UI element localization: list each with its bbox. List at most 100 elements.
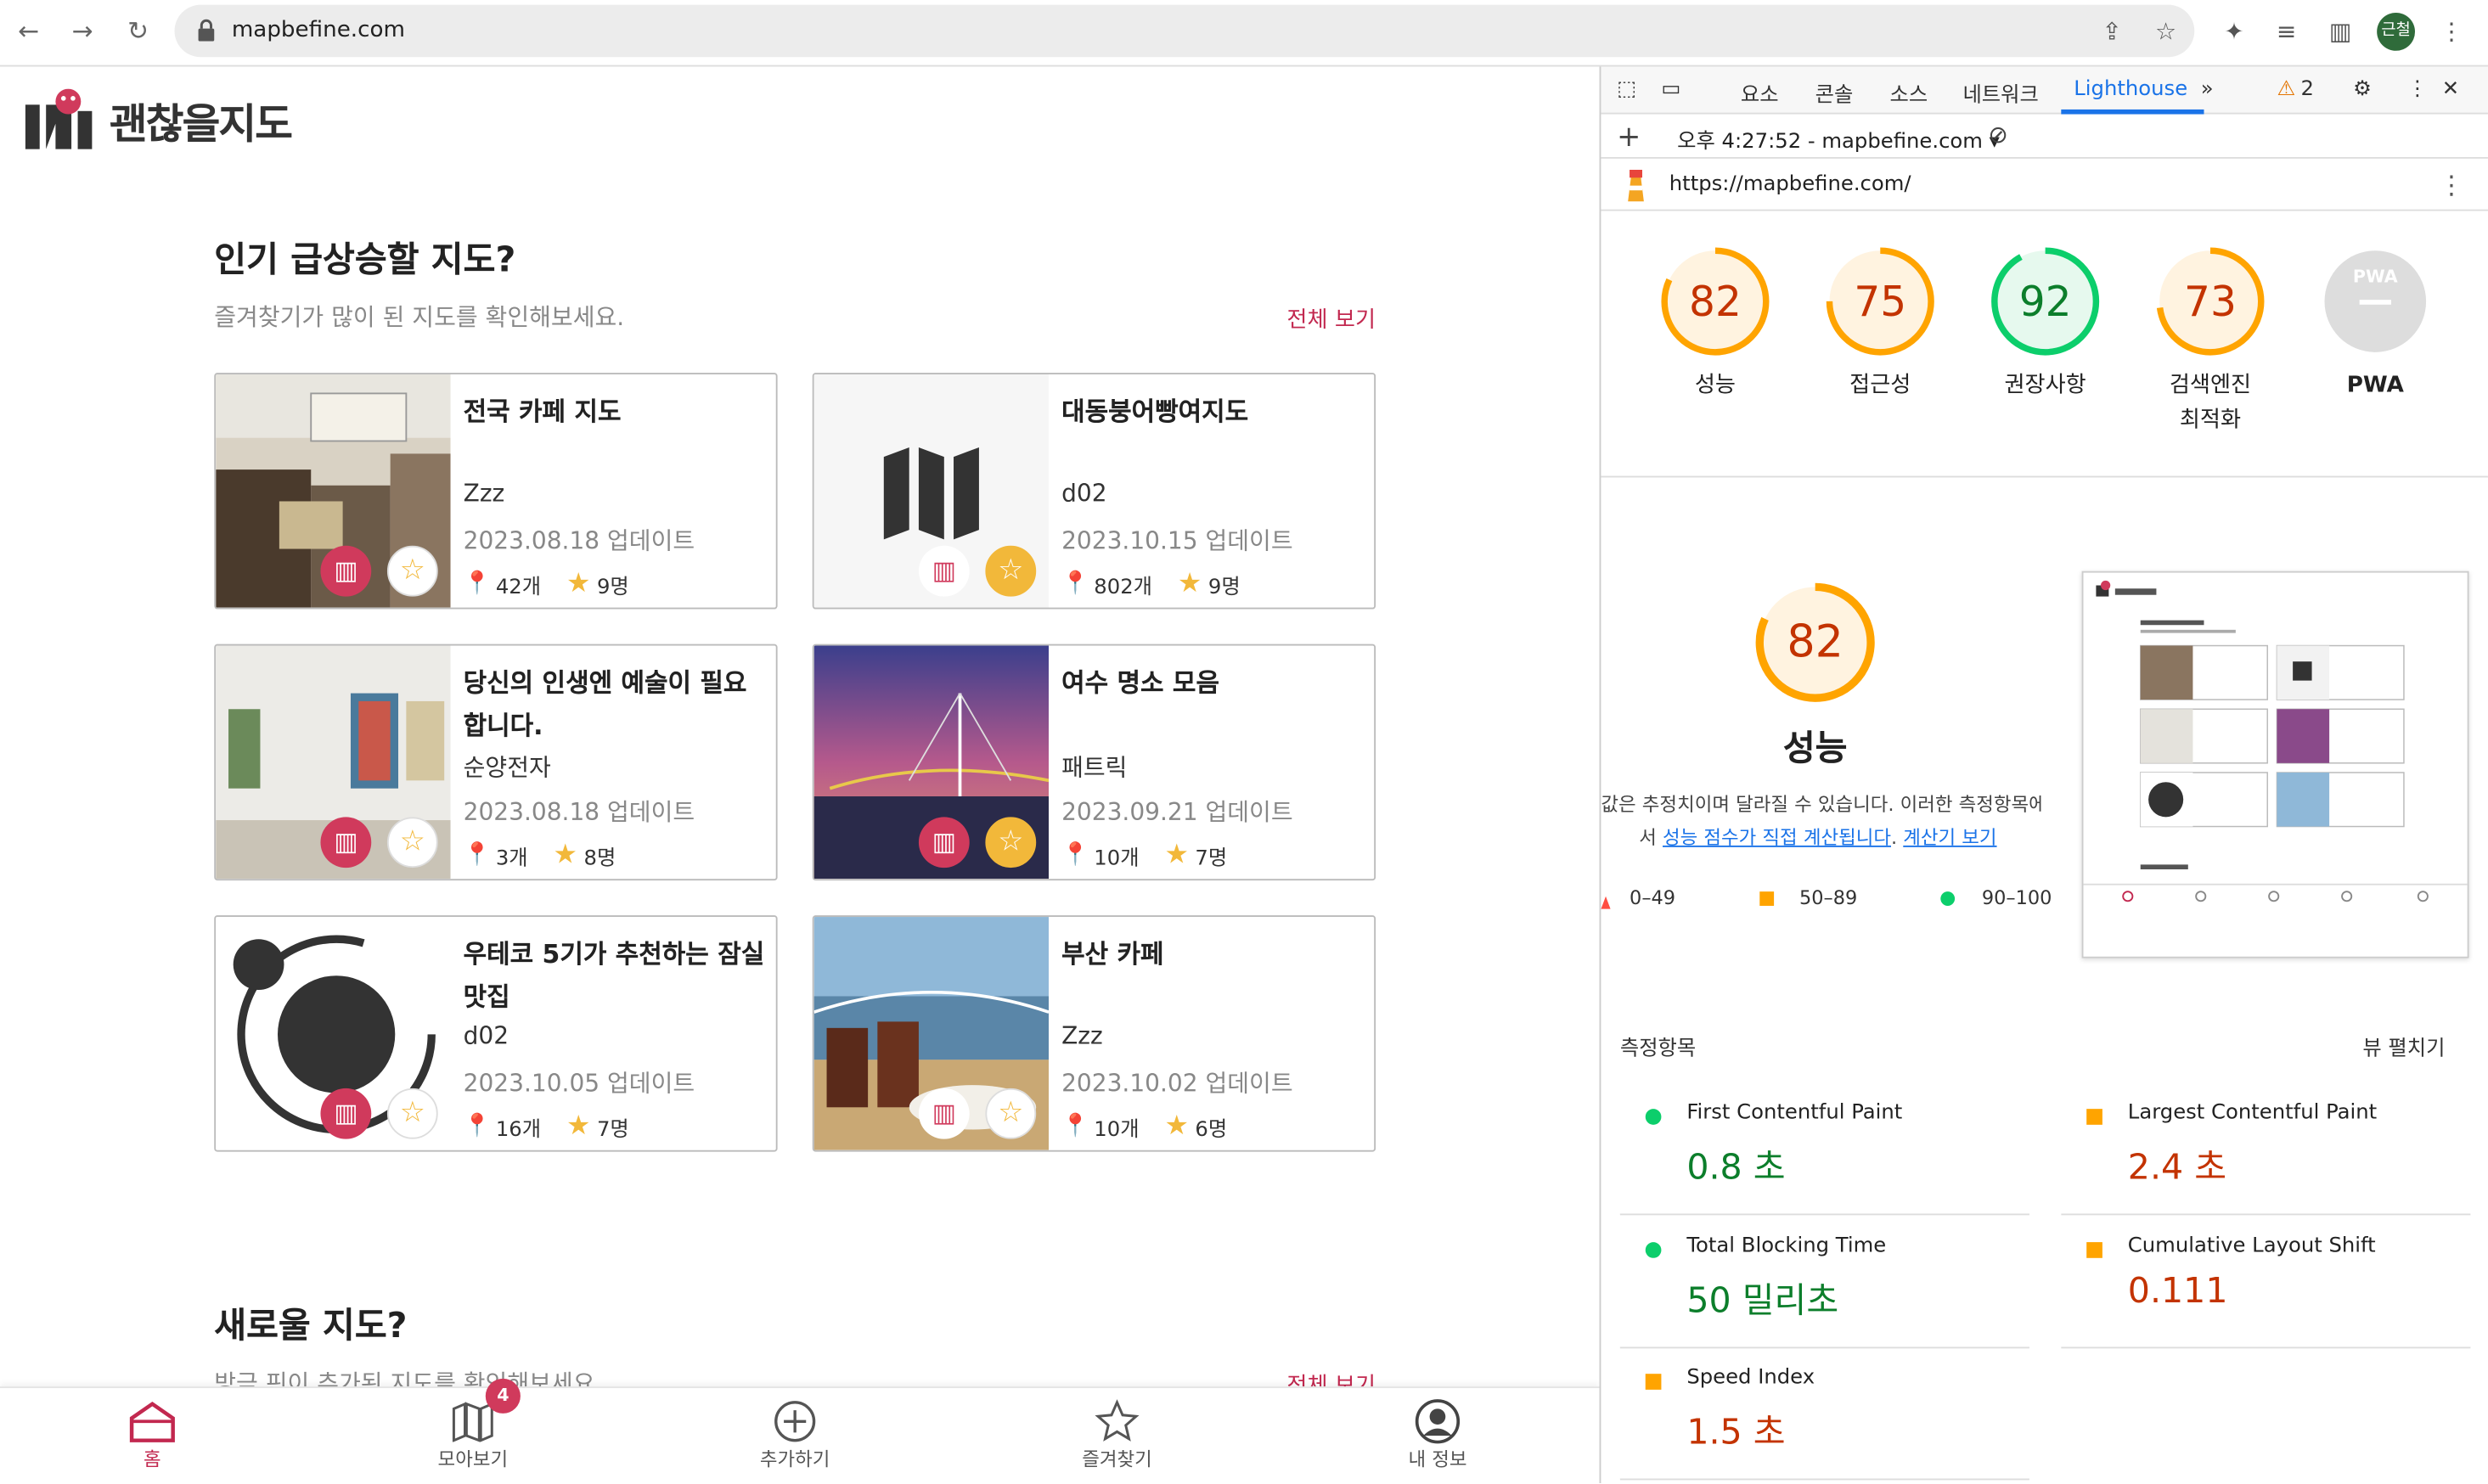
legend-fail-triangle-icon bbox=[1601, 896, 1611, 909]
score-gauge[interactable]: PWA PWA bbox=[2312, 245, 2439, 403]
plus-circle-icon bbox=[774, 1401, 816, 1442]
metrics-heading: 측정항목 bbox=[1619, 1037, 1697, 1062]
score-note-line1: 값은 추정치이며 달라질 수 있습니다. 이러한 측정항목에 bbox=[1601, 793, 2042, 816]
tab-console[interactable]: 콘솔 bbox=[1815, 78, 1854, 108]
map-card[interactable]: 당신의 인생엔 예술이 필요합니다. 순양전자 2023.08.18 업데이트 … bbox=[214, 644, 778, 881]
devtools-tabbar: ⬚ ▭ 요소 콘솔 소스 네트워크 Lighthouse » ⚠ 2 ⚙ ⋮ ✕ bbox=[1601, 66, 2488, 115]
card-date: 2023.10.05 업데이트 bbox=[463, 1069, 695, 1099]
nav-add[interactable]: 추가하기 bbox=[716, 1397, 875, 1472]
score-legend: 0–49 50–89 90–100 bbox=[1601, 885, 2061, 917]
expand-view-toggle[interactable]: 뷰 펼치기 bbox=[2362, 1031, 2445, 1061]
card-title: 여수 명소 모음 bbox=[1061, 667, 1219, 699]
map-card[interactable]: 여수 명소 모음 패트릭 2023.09.21 업데이트 📍 10개 ★ 7명 … bbox=[812, 644, 1376, 881]
average-square-icon bbox=[2086, 1109, 2102, 1125]
more-tabs-icon[interactable]: » bbox=[2201, 78, 2214, 102]
metric-name: Cumulative Layout Shift bbox=[2127, 1234, 2376, 1258]
add-to-collection-button[interactable]: ▥ bbox=[320, 1088, 372, 1139]
extensions-icon[interactable]: ✦ bbox=[2216, 14, 2251, 49]
metric-item: Largest Contentful Paint 2.4 초 bbox=[2061, 1082, 2471, 1216]
card-author: d02 bbox=[1061, 479, 1107, 508]
score-gauge[interactable]: 92 권장사항 bbox=[1982, 245, 2108, 403]
score-gauge[interactable]: 73 검색엔진 최적화 bbox=[2147, 245, 2273, 438]
favorite-button[interactable]: ☆ bbox=[386, 817, 438, 868]
score-gauge[interactable]: 82 성능 bbox=[1652, 245, 1778, 403]
nav-home[interactable]: 홈 bbox=[73, 1397, 232, 1472]
media-icon[interactable]: ≡ bbox=[2269, 14, 2304, 49]
site-logo[interactable]: 괜찮을지도 bbox=[24, 88, 293, 153]
back-icon[interactable]: ← bbox=[13, 16, 44, 48]
average-square-icon bbox=[2086, 1242, 2102, 1258]
nav-add-label: 추가하기 bbox=[759, 1448, 830, 1471]
clear-icon[interactable]: ⊘ bbox=[1988, 121, 2008, 149]
tab-elements[interactable]: 요소 bbox=[1741, 78, 1779, 108]
add-to-collection-button[interactable]: ▥ bbox=[918, 817, 970, 868]
report-menu-icon[interactable]: ⋮ bbox=[2439, 170, 2464, 200]
lock-icon bbox=[198, 19, 215, 42]
card-author: 순양전자 bbox=[463, 753, 551, 783]
nav-profile[interactable]: 내 정보 bbox=[1359, 1397, 1517, 1472]
favorite-button[interactable]: ☆ bbox=[985, 1088, 1037, 1139]
device-toolbar-icon[interactable]: ▭ bbox=[1661, 78, 1680, 102]
metric-value: 1.5 초 bbox=[1686, 1413, 1786, 1453]
add-report-icon[interactable]: + bbox=[1617, 121, 1641, 154]
devtools-menu-icon[interactable]: ⋮ bbox=[2407, 78, 2428, 102]
score-note-prefix: 서 bbox=[1639, 826, 1663, 849]
bookmark-star-icon[interactable]: ☆ bbox=[2148, 14, 2183, 49]
map-icon: ▥ bbox=[932, 555, 956, 586]
star-count-icon: ★ bbox=[1177, 567, 1202, 600]
sidepanel-icon[interactable]: ▥ bbox=[2323, 14, 2358, 49]
score-label: 접근성 bbox=[1849, 373, 1911, 399]
see-all-popular-link[interactable]: 전체 보기 bbox=[1286, 303, 1376, 334]
nav-favorites[interactable]: 즐겨찾기 bbox=[1038, 1397, 1196, 1472]
add-to-collection-button[interactable]: ▥ bbox=[918, 545, 970, 597]
share-icon[interactable]: ⇪ bbox=[2095, 14, 2130, 49]
map-card[interactable]: 대동붕어빵여지도 d02 2023.10.15 업데이트 📍 802개 ★ 9명… bbox=[812, 373, 1376, 610]
pin-count: 10개 bbox=[1094, 1117, 1140, 1142]
web-page: 괜찮을지도 인기 급상승할 지도? 즐겨찾기가 많이 된 지도를 확인해보세요.… bbox=[0, 66, 1600, 1484]
score-label: 검색엔진 최적화 bbox=[2169, 373, 2252, 434]
score-gauge[interactable]: 75 접근성 bbox=[1817, 245, 1944, 403]
tab-sources[interactable]: 소스 bbox=[1890, 78, 1928, 108]
map-card[interactable]: 우테코 5기가 추천하는 잠실 맛집 d02 2023.10.05 업데이트 📍… bbox=[214, 915, 778, 1152]
report-selector[interactable]: 오후 4:27:52 - mapbefine.com ▾ bbox=[1677, 124, 2000, 154]
map-card[interactable]: 부산 카페 Zzz 2023.10.02 업데이트 📍 10개 ★ 6명 ▥ ☆ bbox=[812, 915, 1376, 1152]
add-to-collection-button[interactable]: ▥ bbox=[320, 817, 372, 868]
calculator-link[interactable]: 계산기 보기 bbox=[1903, 827, 1996, 849]
add-to-collection-button[interactable]: ▥ bbox=[918, 1088, 970, 1139]
card-title: 부산 카페 bbox=[1061, 939, 1164, 970]
pin-count: 42개 bbox=[495, 575, 542, 599]
tab-network[interactable]: 네트워크 bbox=[1962, 78, 2038, 108]
metric-value: 2.4 초 bbox=[2127, 1148, 2227, 1189]
map-card[interactable]: 전국 카페 지도 Zzz 2023.08.18 업데이트 📍 42개 ★ 9명 … bbox=[214, 373, 778, 610]
close-icon[interactable]: ✕ bbox=[2442, 78, 2459, 102]
address-bar[interactable]: mapbefine.com bbox=[174, 4, 2195, 58]
browser-menu-icon[interactable]: ⋮ bbox=[2434, 14, 2468, 49]
star-count-icon: ★ bbox=[553, 839, 578, 871]
add-to-collection-button[interactable]: ▥ bbox=[320, 545, 372, 597]
profile-avatar[interactable]: 근철 bbox=[2377, 12, 2416, 51]
tab-lighthouse[interactable]: Lighthouse bbox=[2074, 78, 2187, 102]
metric-item: First Contentful Paint 0.8 초 bbox=[1619, 1082, 2029, 1216]
metric-name: Total Blocking Time bbox=[1686, 1234, 1887, 1258]
score-label: 성능 bbox=[1694, 373, 1737, 399]
legend-pass-circle-icon bbox=[1940, 891, 1956, 906]
legend-fail-range: 0–49 bbox=[1630, 886, 1676, 909]
forward-icon[interactable]: → bbox=[66, 16, 98, 48]
inspect-icon[interactable]: ⬚ bbox=[1617, 78, 1636, 102]
reload-icon[interactable]: ↻ bbox=[122, 16, 154, 48]
settings-gear-icon[interactable]: ⚙ bbox=[2353, 78, 2372, 102]
score-ring: 73 bbox=[2156, 247, 2265, 356]
section-subtitle-popular: 즐겨찾기가 많이 된 지도를 확인해보세요. bbox=[214, 302, 625, 332]
star-icon: ☆ bbox=[998, 824, 1024, 858]
pin-icon: 📍 bbox=[1061, 571, 1089, 597]
favorite-button[interactable]: ☆ bbox=[386, 545, 438, 597]
pin-icon: 📍 bbox=[1061, 1113, 1089, 1139]
favorite-button[interactable]: ☆ bbox=[985, 545, 1037, 597]
warning-icon[interactable]: ⚠ bbox=[2277, 78, 2295, 102]
card-date: 2023.08.18 업데이트 bbox=[463, 526, 695, 556]
nav-collection[interactable]: 모아보기 bbox=[393, 1397, 552, 1472]
score-calculation-link[interactable]: 성능 점수가 직접 계산됩니다 bbox=[1663, 827, 1891, 849]
page-screenshot-thumbnail[interactable] bbox=[2081, 571, 2469, 958]
favorite-button[interactable]: ☆ bbox=[386, 1088, 438, 1139]
favorite-button[interactable]: ☆ bbox=[985, 817, 1037, 868]
